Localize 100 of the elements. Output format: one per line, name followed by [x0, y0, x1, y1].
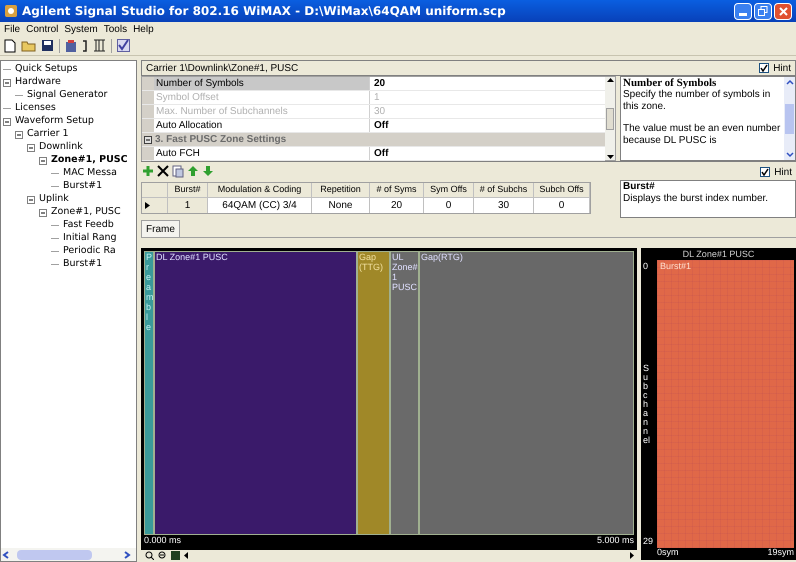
window-title: Agilent Signal Studio for 802.16 WiMAX - D:\WiMax\64QAM uniform.scp: [22, 3, 506, 20]
column-header[interactable]: Burst#: [168, 183, 208, 197]
column-header[interactable]: Subch Offs: [534, 183, 590, 197]
collapse-icon[interactable]: [144, 136, 152, 144]
hint-title: Number of Symbols: [623, 77, 718, 89]
checkbox-label: Hint: [774, 166, 792, 180]
scroll-down-icon[interactable]: [606, 154, 614, 160]
zone-label: DL Zone#1 PUSC: [156, 252, 229, 262]
hint-text: Specify the number of symbols in this zone.: [623, 89, 772, 113]
table-cell: 30: [474, 198, 534, 213]
checkmark-icon[interactable]: [117, 39, 130, 52]
axis-label: 0: [643, 260, 648, 273]
minimize-icon: [739, 12, 747, 16]
column-header[interactable]: Modulation & Coding: [208, 183, 312, 197]
table-icon[interactable]: [93, 39, 106, 52]
checkbox[interactable]: [760, 167, 770, 177]
axis-label: 19sym: [767, 546, 794, 559]
maximize-button[interactable]: [754, 2, 772, 20]
hint-title: Burst#: [623, 181, 656, 193]
expander-icon[interactable]: [39, 156, 47, 164]
copy-icon[interactable]: [171, 164, 185, 178]
menu-item[interactable]: Tools: [104, 22, 128, 36]
column-header[interactable]: Repetition: [312, 183, 370, 197]
group-header: 3. Fast PUSC Zone Settings: [155, 133, 286, 147]
close-button[interactable]: [774, 2, 792, 20]
property-label[interactable]: Auto Allocation: [154, 119, 370, 132]
tree-item[interactable]: Periodic Ra: [62, 244, 117, 259]
vertical-scrollbar[interactable]: [784, 77, 795, 160]
scroll-left-icon[interactable]: [184, 552, 189, 558]
burst-label: Burst#1: [660, 261, 692, 271]
tree-item[interactable]: Zone#1, PUSC: [50, 205, 122, 220]
expander-icon[interactable]: [3, 118, 11, 126]
column-header[interactable]: Sym Offs: [424, 183, 474, 197]
property-label[interactable]: Number of Symbols: [154, 77, 370, 90]
restore-icon: [758, 6, 768, 16]
column-header[interactable]: # of Subchs: [474, 183, 534, 197]
zone-label: Gap (TTG): [359, 252, 383, 272]
scroll-thumb[interactable]: [606, 108, 614, 130]
expander-icon[interactable]: [15, 130, 23, 138]
arrow-down-icon[interactable]: [201, 164, 215, 178]
close-icon[interactable]: [156, 164, 170, 178]
tree-item[interactable]: Quick Setups: [14, 62, 78, 77]
arrow-up-icon[interactable]: [186, 164, 200, 178]
tree-item[interactable]: Burst#1: [62, 257, 104, 272]
app-icon: [4, 4, 18, 18]
scroll-left-icon[interactable]: [1, 550, 11, 560]
property-value[interactable]: Off: [370, 119, 605, 132]
save-icon[interactable]: [41, 39, 54, 52]
tree-item[interactable]: Signal Generator: [26, 88, 108, 103]
tree-item[interactable]: Initial Rang: [62, 231, 118, 246]
hint-text: Displays the burst index number.: [623, 193, 770, 205]
minimize-button[interactable]: [734, 2, 752, 20]
close-icon: [778, 6, 788, 16]
tree-item[interactable]: Downlink: [38, 140, 84, 155]
vertical-scrollbar[interactable]: [605, 77, 615, 160]
property-label[interactable]: Auto FCH: [154, 147, 370, 160]
tree-item[interactable]: Fast Feedb: [62, 218, 115, 233]
property-value[interactable]: 20: [370, 77, 605, 90]
axis-label: 0.000 ms: [144, 534, 182, 546]
tree-item[interactable]: Licenses: [14, 101, 57, 116]
scroll-thumb[interactable]: [17, 550, 92, 560]
scroll-up-icon[interactable]: [606, 77, 614, 83]
zoom-in-icon[interactable]: [145, 550, 154, 560]
table-cell: 0: [534, 198, 590, 213]
table-cell: None: [312, 198, 370, 213]
axis-label: 0sym: [657, 546, 679, 559]
table-cell: 64QAM (CC) 3/4: [208, 198, 312, 213]
new-file-icon[interactable]: [4, 38, 16, 52]
hint-text: The value must be an even number because DL PUSC is: [623, 123, 782, 147]
axis-label: 29: [643, 534, 654, 548]
tree-item[interactable]: Waveform Setup: [14, 114, 95, 129]
expander-icon[interactable]: [27, 196, 35, 204]
tree-item[interactable]: Uplink: [38, 192, 70, 207]
property-value[interactable]: Off: [370, 147, 605, 160]
table-cell: 0: [424, 198, 474, 213]
checkbox-label: Hint: [773, 62, 791, 76]
scroll-right-icon[interactable]: [630, 552, 635, 558]
expander-icon[interactable]: [3, 78, 11, 86]
tree-item[interactable]: Hardware: [14, 75, 62, 90]
scroll-right-icon[interactable]: [122, 550, 132, 560]
zone-label: Gap(RTG): [421, 252, 464, 262]
zone-label: Preamble: [146, 252, 152, 332]
open-folder-icon[interactable]: [21, 39, 36, 52]
menu-item[interactable]: Control: [26, 22, 58, 36]
horizontal-scrollbar[interactable]: [1, 548, 136, 561]
menu-item[interactable]: System: [64, 22, 98, 36]
tab[interactable]: Frame: [141, 220, 180, 237]
tree-item[interactable]: Burst#1: [62, 179, 104, 194]
tree-item[interactable]: Zone#1, PUSC: [50, 153, 129, 168]
menu-item[interactable]: File: [4, 22, 20, 36]
expander-icon[interactable]: [27, 144, 35, 152]
checkbox[interactable]: [759, 63, 770, 73]
expander-icon[interactable]: [39, 208, 47, 216]
tree-item[interactable]: Carrier 1: [26, 127, 70, 142]
zoom-out-icon[interactable]: [158, 550, 167, 560]
breadcrumb-path: Carrier 1\Downlink\Zone#1, PUSC: [146, 62, 298, 76]
column-header[interactable]: # of Syms: [370, 183, 424, 197]
tree-item[interactable]: MAC Messa: [62, 166, 118, 181]
menu-item[interactable]: Help: [133, 22, 154, 36]
scroll-thumb[interactable]: [785, 104, 794, 134]
